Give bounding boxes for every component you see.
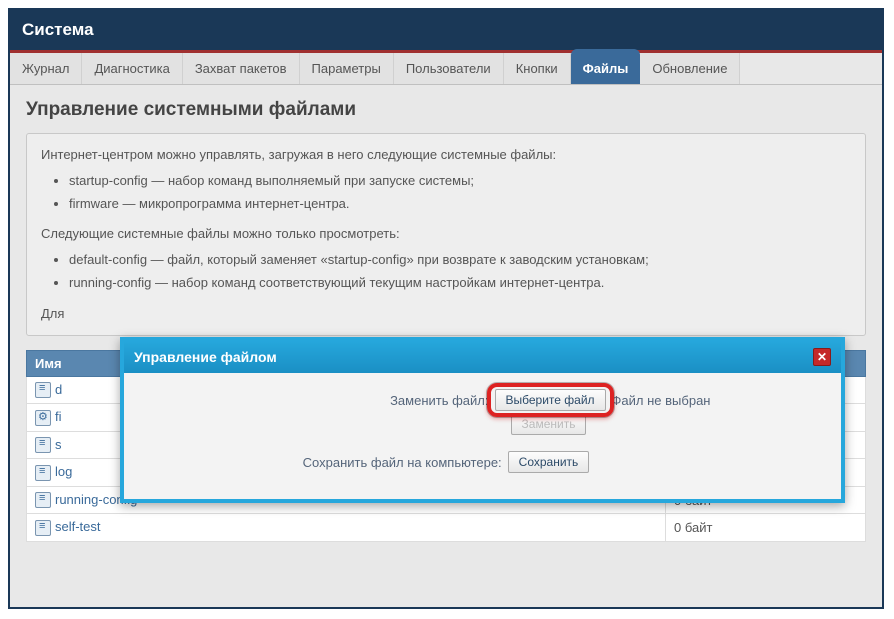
info-list1: startup-config — набор команд выполняемы… [41, 170, 851, 215]
title-bar: Система [10, 10, 882, 50]
tabs: Журнал Диагностика Захват пакетов Параме… [10, 50, 882, 85]
file-doc-icon [35, 520, 51, 536]
list-item: firmware — микропрограмма интернет-центр… [69, 193, 851, 215]
modal-body: Заменить файл: Выберите файл Файл не выб… [124, 373, 841, 473]
info-intro3: Для [41, 303, 851, 325]
choose-file-wrapper: Выберите файл [495, 389, 606, 411]
list-item: startup-config — набор команд выполняемы… [69, 170, 851, 192]
info-intro1: Интернет-центром можно управлять, загруж… [41, 144, 851, 166]
close-icon: ✕ [817, 351, 827, 363]
replace-file-row: Заменить файл: Выберите файл Файл не выб… [134, 389, 831, 411]
file-doc-icon [35, 465, 51, 481]
tab-update[interactable]: Обновление [640, 53, 740, 84]
file-doc-icon [35, 437, 51, 453]
modal-header: Управление файлом ✕ [124, 341, 841, 373]
modal-title: Управление файлом [134, 349, 277, 365]
list-item: running-config — набор команд соответств… [69, 272, 851, 294]
file-doc-icon [35, 382, 51, 398]
tab-files[interactable]: Файлы [571, 49, 641, 84]
tab-journal[interactable]: Журнал [10, 53, 82, 84]
replace-file-label: Заменить файл: [255, 393, 489, 408]
info-list2: default-config — файл, который заменяет … [41, 249, 851, 294]
tab-users[interactable]: Пользователи [394, 53, 504, 84]
list-item: default-config — файл, который заменяет … [69, 249, 851, 271]
save-file-row: Сохранить файл на компьютере: Сохранить [134, 451, 831, 473]
table-row[interactable]: self-test0 байт [27, 514, 866, 542]
replace-button[interactable]: Заменить [511, 413, 587, 435]
app-title: Система [22, 20, 94, 39]
app-window: Система Журнал Диагностика Захват пакето… [8, 8, 884, 609]
choose-file-button[interactable]: Выберите файл [495, 389, 606, 411]
close-button[interactable]: ✕ [813, 348, 831, 366]
page-title: Управление системными файлами [26, 99, 866, 121]
file-gear-icon [35, 410, 51, 426]
file-management-modal: Управление файлом ✕ Заменить файл: Выбер… [120, 337, 845, 503]
tab-buttons[interactable]: Кнопки [504, 53, 571, 84]
info-box: Интернет-центром можно управлять, загруж… [26, 133, 866, 336]
tab-diagnostics[interactable]: Диагностика [82, 53, 182, 84]
no-file-text: Файл не выбран [612, 393, 711, 408]
tab-parameters[interactable]: Параметры [300, 53, 394, 84]
tab-packet-capture[interactable]: Захват пакетов [183, 53, 300, 84]
save-file-label: Сохранить файл на компьютере: [268, 455, 502, 470]
save-button[interactable]: Сохранить [508, 451, 590, 473]
info-intro2: Следующие системные файлы можно только п… [41, 223, 851, 245]
file-doc-icon [35, 492, 51, 508]
replace-btn-row: Заменить [134, 413, 831, 435]
